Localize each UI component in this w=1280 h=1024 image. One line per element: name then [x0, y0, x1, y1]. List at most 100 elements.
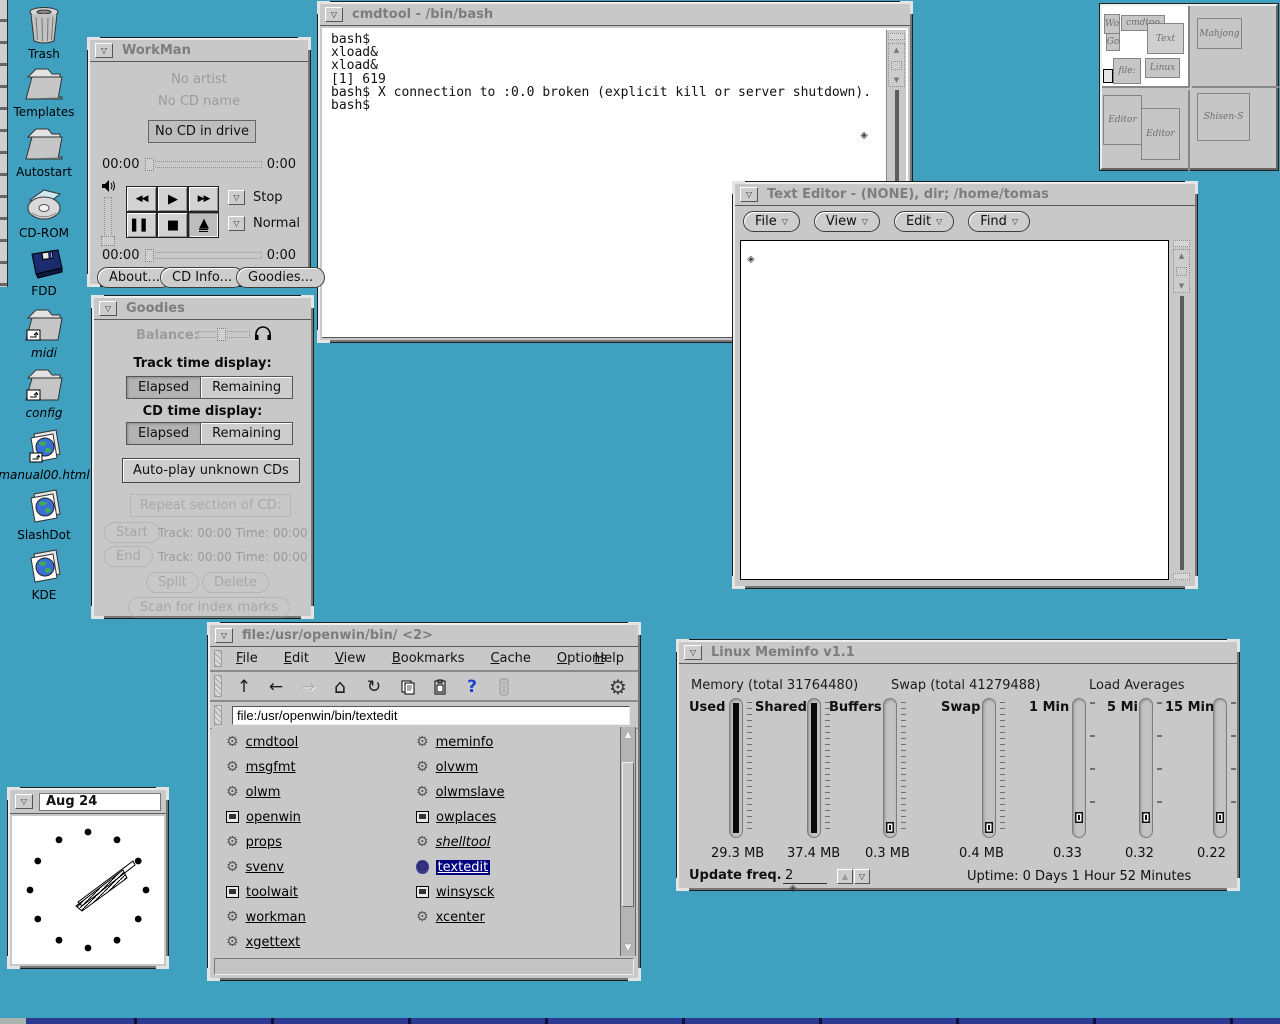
toolbar-grip[interactable] — [214, 675, 222, 697]
cache-menu[interactable]: Cache — [490, 651, 530, 666]
file-menu[interactable]: File — [236, 651, 258, 666]
desktop-icon-slashdot[interactable]: SlashDot — [0, 488, 88, 542]
resize-corner[interactable] — [628, 622, 641, 635]
pager-mini-window[interactable]: Mahjong — [1197, 18, 1242, 49]
scrollbar-bottom-anchor[interactable] — [1173, 573, 1190, 580]
resize-corner[interactable] — [732, 181, 745, 194]
cd-position-slider[interactable] — [145, 252, 262, 259]
track-position-slider[interactable] — [145, 161, 262, 168]
desktop-icon-autostart[interactable]: Autostart — [0, 125, 88, 179]
scrollbar-top-anchor[interactable] — [1173, 240, 1190, 247]
scroll-up-icon[interactable] — [894, 46, 899, 54]
help-menu[interactable]: Help — [594, 651, 624, 666]
autoplay-button[interactable]: Auto-play unknown CDs — [122, 458, 300, 483]
resize-corner[interactable] — [676, 878, 689, 891]
file-item[interactable]: winsysck — [416, 882, 494, 902]
pager-mini-window[interactable]: Text — [1147, 23, 1184, 54]
taskbar-edge[interactable] — [0, 1018, 1280, 1024]
desktop-icon-cdrom[interactable]: CD-ROM — [0, 186, 88, 240]
toolbar-grip[interactable] — [214, 705, 222, 725]
scrollbar-elevator[interactable] — [888, 43, 905, 87]
slider-thumb[interactable] — [145, 158, 154, 171]
scroll-drag-box[interactable] — [1176, 267, 1187, 276]
pager-mini-window[interactable]: file: — [1113, 58, 1141, 84]
paste-button[interactable] — [428, 675, 452, 699]
split-button[interactable]: Split — [146, 572, 199, 593]
file-item[interactable]: msgfmt — [226, 757, 296, 777]
file-item-symlink[interactable]: shelltool — [416, 832, 490, 852]
volume-slider[interactable] — [104, 197, 112, 245]
scrollbar-cable[interactable] — [1180, 296, 1184, 570]
window-titlebar[interactable]: Text Editor - (NONE), dir; /home/tomas — [735, 184, 1195, 206]
spinner-up-button[interactable]: ▲ — [837, 869, 853, 884]
scroll-drag-box[interactable] — [891, 61, 902, 70]
desktop-icon-trash[interactable]: Trash — [0, 5, 88, 61]
pager-desktop-4[interactable]: Shisen-S — [1192, 90, 1280, 172]
bookmarks-menu[interactable]: Bookmarks — [392, 651, 465, 666]
desktop-icon-manual00-html[interactable]: manual00.html — [0, 426, 88, 482]
cd-info-button[interactable]: CD Info... — [160, 267, 244, 288]
file-item[interactable]: owplaces — [416, 807, 496, 827]
track-elapsed-option[interactable]: Elapsed — [126, 376, 201, 399]
copy-button[interactable] — [396, 675, 420, 699]
file-item[interactable]: workman — [226, 907, 306, 927]
desktop-icon-kde[interactable]: KDE — [0, 548, 88, 602]
pager-mini-window[interactable]: Editor — [1141, 108, 1180, 160]
window-titlebar[interactable]: file:/usr/openwin/bin/ <2> — [210, 625, 638, 647]
pager-desktop-1-active[interactable]: Wo cmdtoo Text Go file: Linux — [1102, 6, 1190, 88]
pager-mini-window[interactable]: Go — [1106, 33, 1120, 51]
slider-thumb[interactable] — [217, 328, 226, 341]
pager-mini-window[interactable]: Shisen-S — [1197, 93, 1250, 141]
play-order-dropdown[interactable] — [228, 216, 245, 231]
edit-menu[interactable]: Edit — [284, 651, 309, 666]
stop-button[interactable] — [157, 212, 188, 238]
list-scrollbar[interactable]: ▲ ▼ — [620, 727, 636, 956]
track-remaining-option[interactable]: Remaining — [201, 376, 293, 399]
file-item[interactable]: xgettext — [226, 932, 300, 952]
home-button[interactable]: ⌂ — [328, 675, 352, 699]
repeat-section-button[interactable]: Repeat section of CD: — [130, 494, 291, 517]
window-titlebar[interactable]: WorkMan — [90, 40, 308, 62]
desktop-icon-config[interactable]: config — [0, 366, 88, 420]
file-item[interactable]: openwin — [226, 807, 301, 827]
pager-desktop-2[interactable]: Mahjong — [1192, 6, 1280, 88]
file-item[interactable]: toolwait — [226, 882, 298, 902]
view-menu[interactable]: View — [335, 651, 366, 666]
eject-button[interactable] — [188, 212, 219, 238]
desktop-icon-templates[interactable]: Templates — [0, 65, 88, 119]
scroll-down-icon[interactable] — [1179, 282, 1184, 290]
pager-iconified-window[interactable] — [1103, 69, 1113, 83]
slider-thumb[interactable] — [101, 236, 115, 246]
vertical-scrollbar[interactable] — [1172, 240, 1192, 580]
file-item[interactable]: xcenter — [416, 907, 485, 927]
resize-corner[interactable] — [1185, 181, 1198, 194]
scan-index-button[interactable]: Scan for index marks — [128, 597, 290, 618]
play-button[interactable] — [157, 186, 188, 212]
resize-corner[interactable] — [676, 639, 689, 652]
file-menu-button[interactable]: File — [743, 211, 800, 232]
reload-button[interactable]: ↻ — [362, 675, 386, 699]
prev-track-button[interactable] — [126, 186, 157, 212]
resize-corner[interactable] — [301, 295, 314, 308]
pager-mini-window[interactable]: Editor — [1103, 95, 1142, 145]
file-item-selected[interactable]: textedit — [416, 857, 490, 877]
file-item[interactable]: cmdtool — [226, 732, 298, 752]
scroll-up-icon[interactable] — [1179, 252, 1184, 260]
edit-menu-button[interactable]: Edit — [894, 211, 954, 232]
scrollbar-top-anchor[interactable] — [888, 33, 905, 40]
window-titlebar[interactable]: Aug 24 — [10, 790, 166, 814]
location-input[interactable] — [232, 706, 630, 725]
window-titlebar[interactable]: Goodies — [94, 298, 311, 320]
play-state-dropdown[interactable] — [228, 190, 245, 205]
resize-corner[interactable] — [1227, 639, 1240, 652]
file-item[interactable]: props — [226, 832, 282, 852]
pager-mini-window[interactable]: Wo — [1104, 14, 1120, 34]
resize-corner[interactable] — [298, 37, 311, 50]
resize-corner[interactable] — [87, 37, 100, 50]
resize-corner[interactable] — [317, 1, 330, 14]
forward-button[interactable]: → — [296, 675, 320, 699]
pause-button[interactable] — [126, 212, 157, 238]
kde-gear-logo[interactable]: ⚙ — [606, 675, 630, 699]
delete-button[interactable]: Delete — [202, 572, 269, 593]
slider-thumb[interactable] — [145, 249, 154, 262]
